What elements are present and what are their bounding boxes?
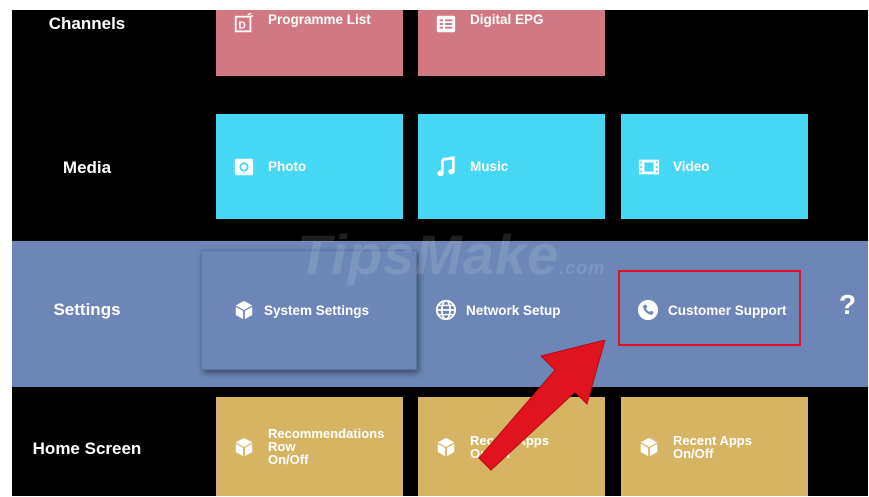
tile-recent-apps-label: Recent Apps On/Off <box>673 434 752 460</box>
watermark: TipsMake.com <box>297 222 605 287</box>
epg-icon <box>434 12 458 36</box>
music-note-icon <box>434 155 458 179</box>
row-label-channels: Channels <box>48 14 126 33</box>
cube-icon <box>232 435 256 459</box>
tile-digital-epg-label: Digital EPG <box>470 12 544 27</box>
film-icon <box>637 155 661 179</box>
network-setup-label: Network Setup <box>466 302 561 318</box>
globe-icon <box>434 298 458 322</box>
annotation-arrow <box>478 340 606 471</box>
tile-recent-apps-2[interactable]: Recent Apps On/Off <box>621 397 808 496</box>
camera-icon <box>232 155 256 179</box>
row-label-media: Media <box>62 158 112 177</box>
highlight-box <box>618 270 801 346</box>
tile-recommendations-row[interactable]: Recommendations Row On/Off <box>216 397 403 496</box>
network-setup-button[interactable]: Network Setup <box>434 298 561 322</box>
tile-photo-label: Photo <box>268 159 307 174</box>
system-settings-content: System Settings <box>232 298 369 322</box>
tile-video-label: Video <box>673 159 710 174</box>
label-line: Recent Apps <box>673 432 752 448</box>
tile-video[interactable]: Video <box>621 114 808 219</box>
tile-programme-list[interactable]: D Programme List <box>216 10 403 76</box>
watermark-text: TipsMake <box>297 223 560 286</box>
cube-icon <box>232 298 256 322</box>
tile-music[interactable]: Music <box>418 114 605 219</box>
tile-photo[interactable]: Photo <box>216 114 403 219</box>
watermark-suffix: .com <box>559 258 606 278</box>
programme-list-icon: D <box>232 12 256 36</box>
cube-icon <box>637 435 661 459</box>
tv-home-screen: Channels D Programme List Digital EPG Me… <box>12 10 868 496</box>
cube-icon <box>434 435 458 459</box>
tile-music-label: Music <box>470 159 509 174</box>
label-line: On/Off <box>673 445 714 461</box>
tile-programme-list-label: Programme List <box>268 12 371 27</box>
help-icon[interactable]: ? <box>839 289 856 321</box>
system-settings-label: System Settings <box>264 302 370 318</box>
label-line: On/Off <box>268 452 309 467</box>
row-label-home-screen: Home Screen <box>32 439 142 458</box>
tile-recommendations-label: Recommendations Row On/Off <box>268 427 384 466</box>
svg-text:D: D <box>239 21 246 32</box>
tile-digital-epg[interactable]: Digital EPG <box>418 10 605 76</box>
row-label-settings: Settings <box>53 300 121 319</box>
